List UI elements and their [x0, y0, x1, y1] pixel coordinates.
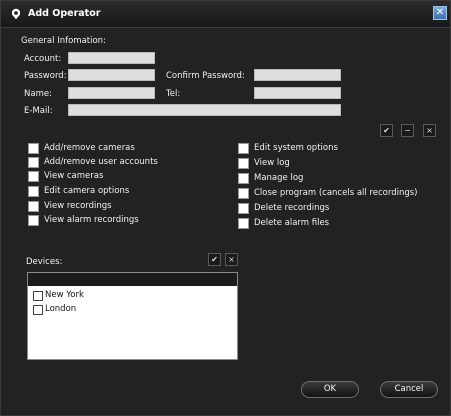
name-field[interactable]	[68, 87, 155, 99]
password-label: Password:	[24, 71, 67, 81]
devices-list-header	[28, 273, 237, 286]
permission-label: Add/remove user accounts	[44, 157, 158, 167]
checkbox[interactable]	[33, 291, 43, 301]
checkbox[interactable]	[28, 215, 39, 226]
checkbox[interactable]	[28, 201, 39, 212]
permission-label: View recordings	[44, 201, 112, 211]
permission-label: Edit system options	[254, 143, 338, 153]
devices-label: Devices:	[26, 257, 63, 267]
email-field[interactable]	[68, 104, 341, 116]
permission-label: View cameras	[44, 171, 104, 181]
devices-list[interactable]: New York London	[27, 272, 238, 360]
permission-label: Delete recordings	[254, 203, 330, 213]
checkbox[interactable]	[238, 158, 249, 169]
checkbox[interactable]	[28, 186, 39, 197]
device-label: New York	[45, 290, 84, 300]
checkbox[interactable]	[238, 218, 249, 229]
tel-label: Tel:	[166, 89, 181, 99]
checkbox[interactable]	[238, 143, 249, 154]
checkbox[interactable]	[33, 305, 43, 315]
name-label: Name:	[24, 89, 52, 99]
location-pin-icon	[11, 8, 21, 20]
ok-button[interactable]: OK	[301, 381, 359, 398]
window-title: Add Operator	[28, 8, 101, 19]
check-all-permissions-button[interactable]: ✔	[380, 124, 393, 137]
checkbox[interactable]	[238, 173, 249, 184]
clear-permissions-button[interactable]: ×	[423, 124, 436, 137]
checkbox[interactable]	[28, 143, 39, 154]
account-field[interactable]	[68, 52, 155, 64]
title-bar: Add Operator ✕	[1, 1, 450, 28]
close-button[interactable]: ✕	[433, 6, 447, 20]
permission-label: Close program (cancels all recordings)	[254, 188, 418, 198]
device-label: London	[45, 304, 77, 314]
permission-label: Manage log	[254, 173, 304, 183]
permission-label: Add/remove cameras	[44, 143, 135, 153]
checkbox[interactable]	[238, 203, 249, 214]
add-operator-dialog: Add Operator ✕ General Infomation: Accou…	[0, 0, 451, 416]
checkbox[interactable]	[238, 188, 249, 199]
password-field[interactable]	[68, 69, 155, 81]
confirm-password-label: Confirm Password:	[166, 71, 245, 81]
check-all-devices-button[interactable]: ✔	[208, 253, 221, 266]
checkbox[interactable]	[28, 171, 39, 182]
account-label: Account:	[24, 54, 62, 64]
permission-label: Delete alarm files	[254, 218, 330, 228]
permission-label: View alarm recordings	[44, 215, 139, 225]
permission-label: Edit camera options	[44, 186, 130, 196]
partial-permissions-button[interactable]: −	[401, 124, 414, 137]
checkbox[interactable]	[28, 157, 39, 168]
tel-field[interactable]	[254, 87, 341, 99]
confirm-password-field[interactable]	[254, 69, 341, 81]
permission-label: View log	[254, 158, 290, 168]
clear-devices-button[interactable]: ×	[225, 253, 238, 266]
general-information-label: General Infomation:	[21, 36, 106, 46]
email-label: E-Mail:	[24, 106, 53, 116]
cancel-button[interactable]: Cancel	[380, 381, 438, 398]
